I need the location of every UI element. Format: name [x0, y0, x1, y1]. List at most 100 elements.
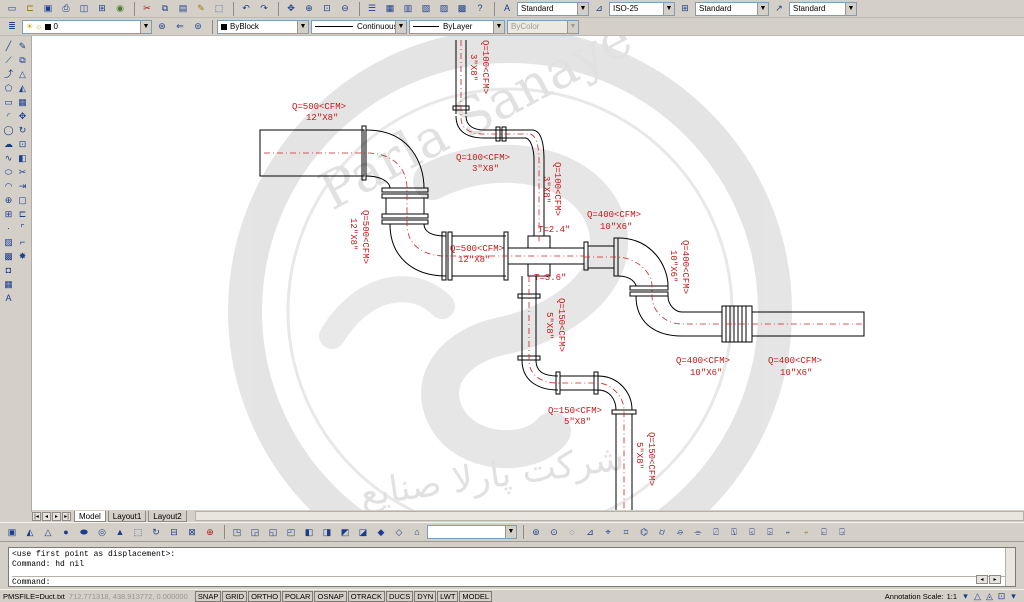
view-left-icon[interactable]: ◱: [265, 525, 281, 539]
ucs-origin-icon[interactable]: ⌯: [690, 525, 706, 539]
chevron-down-icon[interactable]: ▾: [960, 589, 971, 602]
revolve-icon[interactable]: ↻: [148, 525, 164, 539]
gradient-icon[interactable]: ▩: [2, 250, 15, 262]
ucs-apply-icon[interactable]: ⍆: [798, 525, 814, 539]
ucs-y-icon[interactable]: ⍄: [762, 525, 778, 539]
ellipse-arc-icon[interactable]: ◠: [2, 180, 15, 192]
ucs-icon[interactable]: ⊿: [582, 525, 598, 539]
copy-object-icon[interactable]: ⧉: [16, 54, 29, 66]
view-back-icon[interactable]: ◨: [319, 525, 335, 539]
view-bottom-icon[interactable]: ◲: [247, 525, 263, 539]
help-icon[interactable]: ?: [472, 2, 488, 16]
sheet-set-icon[interactable]: ▧: [418, 2, 434, 16]
make-block-icon[interactable]: ⊞: [2, 208, 15, 220]
markup-icon[interactable]: ▨: [436, 2, 452, 16]
view-sw-iso-icon[interactable]: ◩: [337, 525, 353, 539]
stretch-icon[interactable]: ◧: [16, 152, 29, 164]
zoom-realtime-icon[interactable]: ⊕: [301, 2, 317, 16]
view-ne-iso-icon[interactable]: ◆: [373, 525, 389, 539]
layer-select[interactable]: ☀ ☼ 0 ▼: [22, 19, 152, 34]
view-right-icon[interactable]: ◰: [283, 525, 299, 539]
arc-icon[interactable]: ◜: [2, 110, 15, 122]
horizontal-scrollbar[interactable]: [194, 511, 1024, 521]
print-icon[interactable]: ⎙: [58, 2, 74, 16]
mtext-icon[interactable]: A: [2, 292, 15, 304]
erase-icon[interactable]: ✎: [16, 40, 29, 52]
cylinder-icon[interactable]: ⬬: [76, 525, 92, 539]
tab-layout2[interactable]: Layout2: [148, 510, 187, 522]
cursor-coordinates[interactable]: 712.771318, 438.913772, 0.000000: [69, 592, 191, 601]
tool-palettes-icon[interactable]: ▥: [400, 2, 416, 16]
orbit-icon[interactable]: ⊚: [528, 525, 544, 539]
ucs-named-icon[interactable]: ⍇: [816, 525, 832, 539]
status-menu-icon[interactable]: ▾: [1008, 589, 1019, 602]
auto-scale-icon[interactable]: ◬: [984, 589, 995, 602]
open-icon[interactable]: ⊏: [22, 2, 38, 16]
multileader-style-icon[interactable]: ↗: [771, 2, 787, 16]
spline-icon[interactable]: ∿: [2, 152, 15, 164]
ucs-z-icon[interactable]: ⍅: [780, 525, 796, 539]
make-object-layer-current-icon[interactable]: ⊛: [154, 20, 170, 34]
linetype-select[interactable]: Continuous ▼: [311, 19, 407, 34]
offset-icon[interactable]: ◭: [16, 82, 29, 94]
etransmit-icon[interactable]: ◉: [112, 2, 128, 16]
paste-icon[interactable]: ▤: [175, 2, 191, 16]
text-style-icon[interactable]: A: [499, 2, 515, 16]
layer-states-icon[interactable]: ⊜: [190, 20, 206, 34]
free-orbit-icon[interactable]: ⊙: [546, 525, 562, 539]
ucs-x-icon[interactable]: ⍃: [744, 525, 760, 539]
construction-line-icon[interactable]: ⟋: [2, 54, 15, 66]
point-icon[interactable]: ·: [2, 222, 15, 234]
model-toggle[interactable]: MODEL: [459, 590, 493, 602]
dim-style-icon[interactable]: ⊿: [591, 2, 607, 16]
polar-toggle[interactable]: POLAR: [282, 590, 314, 602]
continuous-orbit-icon[interactable]: ◌: [564, 525, 580, 539]
ortho-toggle[interactable]: ORTHO: [248, 590, 282, 602]
drawing-canvas[interactable]: Parla Sanaye Co. شرکت پارلا صنایع Q=500<…: [32, 36, 1024, 510]
scale-icon[interactable]: ⊡: [16, 138, 29, 150]
region-icon[interactable]: ◘: [2, 264, 15, 276]
grid-toggle[interactable]: GRID: [222, 590, 248, 602]
rectangle-icon[interactable]: ▭: [2, 96, 15, 108]
zoom-previous-icon[interactable]: ⊖: [337, 2, 353, 16]
osnap-toggle[interactable]: OSNAP: [314, 590, 347, 602]
properties-icon[interactable]: ☰: [364, 2, 380, 16]
extend-icon[interactable]: ⇥: [16, 180, 29, 192]
revision-cloud-icon[interactable]: ☁: [2, 138, 15, 150]
box-icon[interactable]: ▣: [4, 525, 20, 539]
lwt-toggle[interactable]: LWT: [437, 590, 459, 602]
chamfer-icon[interactable]: ⌜: [16, 222, 29, 234]
view-front-icon[interactable]: ◧: [301, 525, 317, 539]
insert-block-icon[interactable]: ⊕: [2, 194, 15, 206]
otrack-toggle[interactable]: OTRACK: [347, 590, 386, 602]
pyramid-icon[interactable]: ▲: [112, 525, 128, 539]
qnew-icon[interactable]: ▭: [4, 2, 20, 16]
text-style-select[interactable]: Standard ▼: [517, 1, 589, 16]
annotation-visibility-icon[interactable]: △: [972, 589, 983, 602]
prev-tab-icon[interactable]: ◂: [42, 511, 51, 521]
table-style-icon[interactable]: ⊞: [677, 2, 693, 16]
fillet-icon[interactable]: ⌐: [16, 236, 29, 248]
annotation-scale-value[interactable]: 1:1: [947, 592, 957, 601]
tab-model[interactable]: Model: [74, 510, 106, 522]
break-icon[interactable]: ▢: [16, 194, 29, 206]
table-style-select[interactable]: Standard ▼: [695, 1, 769, 16]
torus-icon[interactable]: ◎: [94, 525, 110, 539]
hatch-icon[interactable]: ▨: [2, 236, 15, 248]
target-icon[interactable]: ⊕: [202, 525, 218, 539]
match-properties-icon[interactable]: ✎: [193, 2, 209, 16]
ucs-face-icon[interactable]: ⌬: [636, 525, 652, 539]
ducs-toggle[interactable]: DUCS: [386, 590, 414, 602]
view-se-iso-icon[interactable]: ◪: [355, 525, 371, 539]
redo-icon[interactable]: ↷: [256, 2, 272, 16]
save-icon[interactable]: ▣: [40, 2, 56, 16]
line-icon[interactable]: ╱: [2, 40, 15, 52]
ucs-view-icon[interactable]: ⌮: [672, 525, 688, 539]
ucs-object-icon[interactable]: ⌭: [654, 525, 670, 539]
next-tab-icon[interactable]: ▸: [52, 511, 61, 521]
join-icon[interactable]: ⊏: [16, 208, 29, 220]
sphere-icon[interactable]: ●: [58, 525, 74, 539]
ucs-zaxis-icon[interactable]: ⍁: [708, 525, 724, 539]
table-icon[interactable]: ▦: [2, 278, 15, 290]
dyn-toggle[interactable]: DYN: [414, 590, 437, 602]
